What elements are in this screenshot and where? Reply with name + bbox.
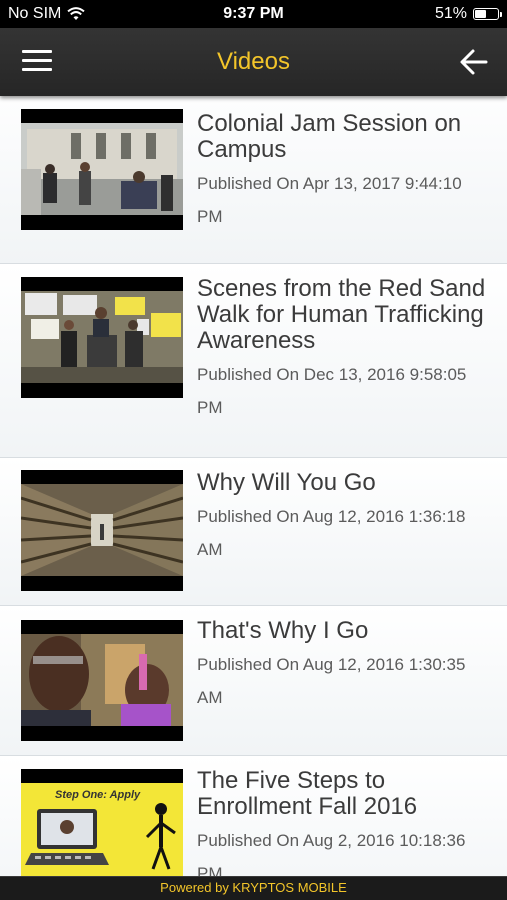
video-published-date: Published On Apr 13, 2017 9:44:10 PM <box>197 174 462 226</box>
thumbnail-image <box>21 484 183 576</box>
carrier-label: No SIM <box>8 5 62 22</box>
video-item[interactable]: Colonial Jam Session on Campus Published… <box>0 96 507 264</box>
thumbnail-image <box>21 291 183 383</box>
video-title[interactable]: Colonial Jam Session on Campus <box>197 111 487 163</box>
video-thumbnail[interactable] <box>21 620 183 741</box>
thumbnail-image <box>21 123 183 215</box>
battery-icon <box>473 8 502 20</box>
video-info: That's Why I Go Published On Aug 12, 201… <box>197 618 487 714</box>
video-thumbnail[interactable]: Step One: Apply <box>21 769 183 876</box>
video-info: The Five Steps to Enrollment Fall 2016 P… <box>197 768 487 877</box>
video-title[interactable]: Scenes from the Red Sand Walk for Human … <box>197 276 487 354</box>
page-title: Videos <box>217 48 290 75</box>
video-published-date: Published On Aug 2, 2016 10:18:36 PM <box>197 831 466 876</box>
video-thumbnail[interactable] <box>21 470 183 591</box>
video-item[interactable]: Scenes from the Red Sand Walk for Human … <box>0 264 507 458</box>
status-bar: No SIM 9:37 PM 51% <box>0 0 507 28</box>
thumbnail-caption: Step One: Apply <box>55 789 141 801</box>
video-published-date: Published On Aug 12, 2016 1:30:35 AM <box>197 655 466 707</box>
video-info: Why Will You Go Published On Aug 12, 201… <box>197 470 487 566</box>
video-published-date: Published On Aug 12, 2016 1:36:18 AM <box>197 507 466 559</box>
video-item[interactable]: Why Will You Go Published On Aug 12, 201… <box>0 458 507 606</box>
video-list[interactable]: Colonial Jam Session on Campus Published… <box>0 96 507 876</box>
video-item[interactable]: Step One: Apply The Five Steps to Enroll… <box>0 756 507 876</box>
video-title[interactable]: Why Will You Go <box>197 470 487 496</box>
arrow-left-icon[interactable] <box>458 46 490 78</box>
video-thumbnail[interactable] <box>21 109 183 230</box>
thumbnail-image <box>21 634 183 726</box>
video-info: Scenes from the Red Sand Walk for Human … <box>197 276 487 424</box>
video-published-date: Published On Dec 13, 2016 9:58:05 PM <box>197 365 467 417</box>
video-title[interactable]: The Five Steps to Enrollment Fall 2016 <box>197 768 487 820</box>
header-bar: Videos <box>0 28 507 96</box>
video-thumbnail[interactable] <box>21 277 183 398</box>
battery-fill <box>475 10 486 18</box>
video-item[interactable]: That's Why I Go Published On Aug 12, 201… <box>0 606 507 756</box>
status-right: 51% <box>434 5 502 23</box>
video-title[interactable]: That's Why I Go <box>197 618 487 644</box>
powered-by-footer: Powered by KRYPTOS MOBILE <box>0 876 507 900</box>
status-left: No SIM <box>8 5 85 23</box>
battery-percent: 51% <box>434 5 467 22</box>
video-info: Colonial Jam Session on Campus Published… <box>197 111 487 233</box>
wifi-icon <box>67 7 85 20</box>
